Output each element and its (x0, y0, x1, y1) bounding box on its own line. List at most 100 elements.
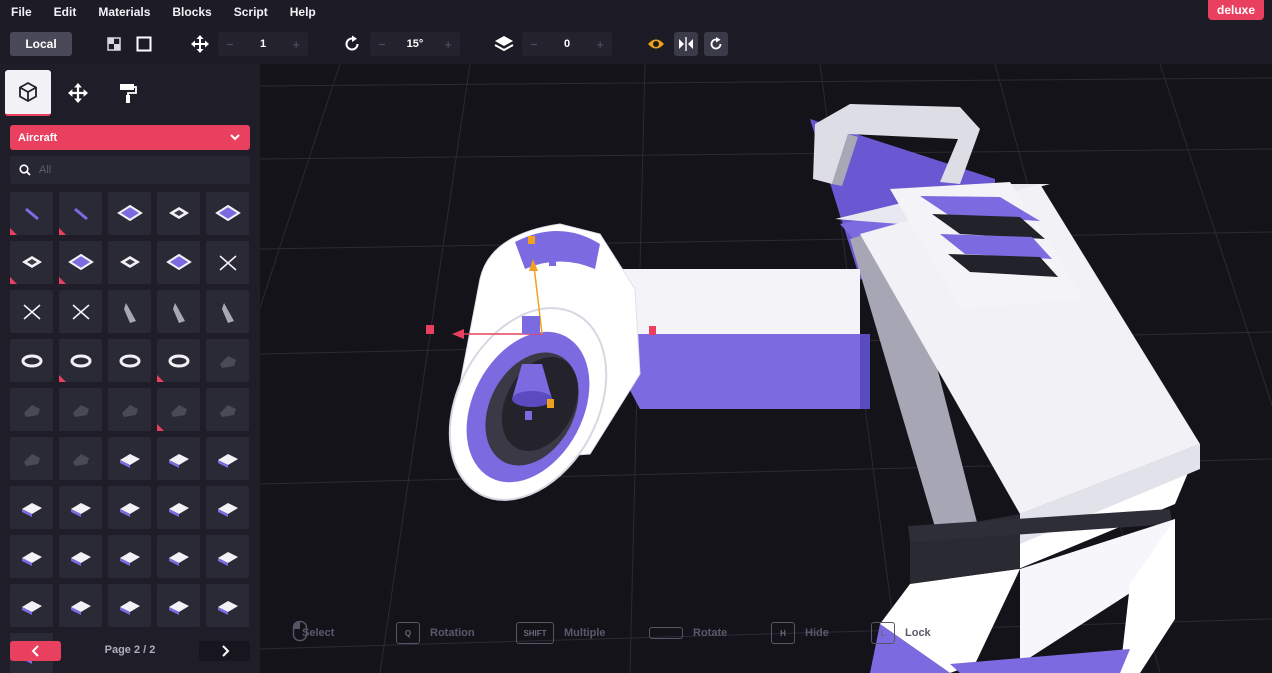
hint-rotation: Q Rotation (396, 620, 475, 646)
layer-decrement[interactable]: − (530, 37, 538, 52)
rotate-step-decrement[interactable]: − (378, 37, 386, 52)
reset-rotation-button[interactable] (704, 32, 728, 56)
block-item[interactable] (59, 388, 102, 431)
next-page-button[interactable] (199, 641, 250, 661)
block-item[interactable] (10, 535, 53, 578)
block-item[interactable] (206, 388, 249, 431)
block-item[interactable] (206, 486, 249, 529)
gizmo-y-handle-top[interactable] (528, 236, 535, 244)
block-item[interactable] (157, 339, 200, 382)
gizmo-x-handle-pos[interactable] (649, 326, 656, 335)
block-item[interactable] (10, 241, 53, 284)
block-item[interactable] (10, 192, 53, 235)
scene-canvas[interactable] (260, 64, 1272, 673)
jet-engine-block[interactable] (418, 223, 641, 527)
block-item[interactable] (108, 584, 151, 627)
block-search-input[interactable] (39, 164, 239, 176)
block-thumbnail-icon (23, 404, 40, 417)
space-toggle-button[interactable]: Local (10, 32, 72, 56)
block-item[interactable] (59, 192, 102, 235)
block-thumbnail-icon (168, 551, 189, 566)
hint-multiple-label: Multiple (564, 627, 606, 639)
block-item[interactable] (10, 437, 53, 480)
block-item[interactable] (157, 192, 200, 235)
mirror-button[interactable] (674, 32, 698, 56)
block-item[interactable] (157, 241, 200, 284)
block-item[interactable] (157, 584, 200, 627)
block-item[interactable] (10, 339, 53, 382)
gizmo-z-handle-top[interactable] (549, 257, 556, 266)
block-item[interactable] (10, 290, 53, 333)
block-item[interactable] (108, 535, 151, 578)
aircraft-wing[interactable] (600, 269, 870, 409)
layer-stepper[interactable]: − 0 + (522, 32, 612, 56)
block-item[interactable] (10, 584, 53, 627)
block-item[interactable] (157, 388, 200, 431)
block-item[interactable] (59, 241, 102, 284)
block-thumbnail-icon (214, 204, 241, 221)
move-step-stepper[interactable]: − 1 + (218, 32, 308, 56)
tab-paint[interactable] (105, 70, 151, 116)
gizmo-x-handle-neg[interactable] (426, 325, 434, 334)
snap-small-icon[interactable] (102, 32, 126, 56)
hint-rotate: Rotate (649, 620, 727, 646)
menu-edit[interactable]: Edit (54, 5, 77, 19)
block-item[interactable] (59, 437, 102, 480)
gizmo-center[interactable] (522, 316, 540, 334)
block-thumbnail-icon (219, 404, 236, 417)
block-item[interactable] (206, 290, 249, 333)
key-l: L (871, 622, 895, 644)
move-step-increment[interactable]: + (292, 37, 300, 52)
menu-file[interactable]: File (11, 5, 32, 19)
block-item[interactable] (157, 486, 200, 529)
3d-viewport[interactable]: Select Q Rotation SHIFT Multiple Rotate … (260, 64, 1272, 673)
gizmo-z-handle-bottom[interactable] (525, 411, 532, 420)
block-item[interactable] (10, 486, 53, 529)
block-item[interactable] (206, 535, 249, 578)
block-item[interactable] (108, 388, 151, 431)
menu-help[interactable]: Help (290, 5, 316, 19)
menu-script[interactable]: Script (234, 5, 268, 19)
block-item[interactable] (108, 192, 151, 235)
rotate-step-increment[interactable]: + (444, 37, 452, 52)
tab-transform[interactable] (55, 70, 101, 116)
visibility-eye-icon[interactable] (644, 32, 668, 56)
hint-select: Select (292, 620, 334, 646)
block-thumbnail-icon (21, 502, 42, 517)
block-item[interactable] (157, 535, 200, 578)
hint-rotation-label: Rotation (430, 627, 475, 639)
prev-page-button[interactable] (10, 641, 61, 661)
rotate-step-stepper[interactable]: − 15° + (370, 32, 460, 56)
block-item[interactable] (10, 388, 53, 431)
block-item[interactable] (59, 486, 102, 529)
block-thumbnail-icon (168, 354, 189, 367)
block-item[interactable] (206, 241, 249, 284)
tab-blocks[interactable] (5, 70, 51, 116)
block-item[interactable] (206, 339, 249, 382)
block-item[interactable] (157, 437, 200, 480)
move-icon (68, 83, 88, 103)
block-item[interactable] (59, 584, 102, 627)
block-item[interactable] (108, 339, 151, 382)
block-item[interactable] (206, 437, 249, 480)
block-item[interactable] (108, 241, 151, 284)
block-item[interactable] (108, 290, 151, 333)
move-step-decrement[interactable]: − (226, 37, 234, 52)
block-item[interactable] (108, 486, 151, 529)
menu-materials[interactable]: Materials (98, 5, 150, 19)
block-thumbnail-icon (168, 453, 189, 468)
block-item[interactable] (206, 192, 249, 235)
block-item[interactable] (206, 584, 249, 627)
block-item[interactable] (157, 290, 200, 333)
block-item[interactable] (59, 339, 102, 382)
snap-grid-icon[interactable] (132, 32, 156, 56)
block-item[interactable] (59, 535, 102, 578)
layer-increment[interactable]: + (596, 37, 604, 52)
deluxe-button[interactable]: deluxe (1207, 0, 1264, 20)
block-item[interactable] (59, 290, 102, 333)
block-search (10, 156, 250, 184)
menu-blocks[interactable]: Blocks (172, 5, 211, 19)
block-item[interactable] (108, 437, 151, 480)
gizmo-y-handle-bottom[interactable] (547, 399, 554, 408)
category-dropdown[interactable]: Aircraft (10, 125, 250, 150)
